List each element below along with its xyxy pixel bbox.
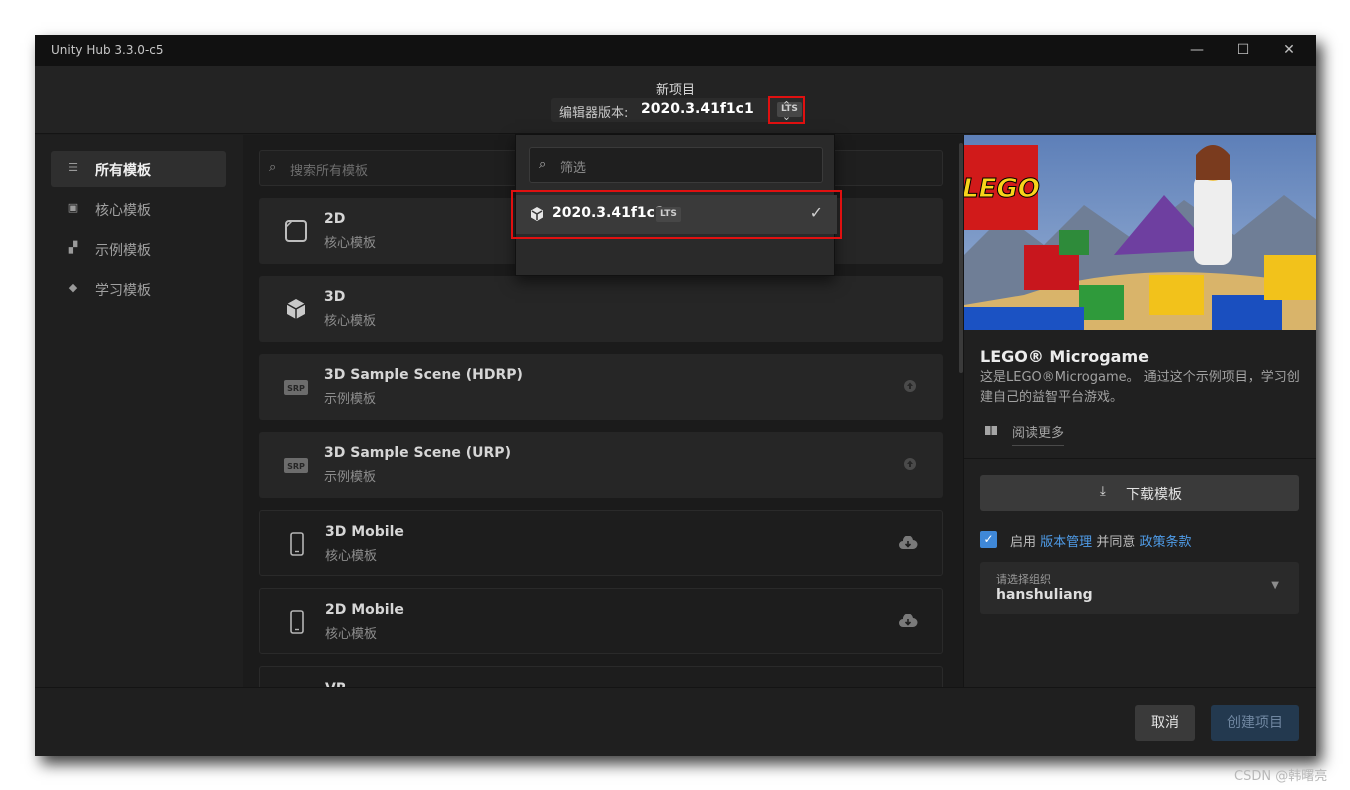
upload-icon[interactable] (903, 379, 917, 393)
template-tag: 核心模板 (325, 627, 378, 642)
version-option-value: 2020.3.41f1c1 (552, 205, 665, 221)
minimize-icon[interactable]: — (1188, 41, 1206, 59)
version-option-2020-3-41f1c1[interactable]: 2020.3.41f1c1 LTS ✓ (511, 190, 842, 239)
3d-cube-icon (286, 299, 306, 319)
template-name: 3D Sample Scene (URP) (324, 445, 511, 461)
read-more-label: 阅读更多 (1012, 422, 1065, 446)
editor-version-label: 编辑器版本: (559, 106, 629, 121)
window-title: Unity Hub 3.3.0-c5 (51, 43, 164, 57)
checkmark-icon: ✓ (809, 203, 823, 222)
template-card-3d-urp[interactable]: SRP 3D Sample Scene (URP) 示例模板 (259, 432, 943, 498)
template-card-vr[interactable]: VR (259, 666, 943, 687)
template-detail-title: LEGO® Microgame (980, 347, 1149, 366)
template-name: 3D (324, 289, 346, 305)
close-icon[interactable]: ✕ (1280, 41, 1298, 59)
chevron-down-icon: ▼ (1271, 580, 1279, 591)
srp-text: SRP (287, 462, 305, 471)
template-tag: 示例模板 (324, 470, 377, 485)
search-placeholder: 搜索所有模板 (290, 164, 369, 179)
search-icon: ⌕ (539, 157, 547, 172)
template-category-sidebar: ☰ 所有模板 ▣ 核心模板 ▞ 示例模板 ◆ 学习模板 (35, 135, 243, 687)
sidebar-item-all-templates[interactable]: ☰ 所有模板 (51, 151, 226, 187)
template-name: 2D (324, 211, 346, 227)
divider (964, 458, 1316, 459)
srp-icon: SRP (284, 458, 308, 473)
template-card-3d-hdrp[interactable]: SRP 3D Sample Scene (HDRP) 示例模板 (259, 354, 943, 420)
template-detail-panel: LEGO LEGO® Microgame 这是LEGO®Microgame。 通… (963, 135, 1316, 687)
sample-blocks-icon: ▞ (68, 241, 78, 254)
vc-prefix: 启用 (1010, 535, 1037, 550)
srp-icon: SRP (284, 380, 308, 395)
title-bar: Unity Hub 3.3.0-c5 — ☐ ✕ (35, 35, 1316, 66)
template-card-3d[interactable]: 3D 核心模板 (259, 276, 943, 342)
cloud-download-icon[interactable] (898, 614, 918, 628)
sidebar-item-label: 核心模板 (95, 203, 151, 219)
vc-middle: 并同意 (1096, 535, 1136, 550)
graduation-cap-icon: ◆ (68, 281, 78, 294)
version-control-link[interactable]: 版本管理 (1040, 535, 1092, 550)
lts-badge: LTS (656, 207, 681, 222)
organization-select[interactable]: 请选择组织 hanshuliang ▼ (980, 562, 1299, 614)
template-card-3d-mobile[interactable]: 3D Mobile 核心模板 (259, 510, 943, 576)
editor-version-dropdown: ⌕ 筛选 2020.3.41f1c1 LTS ✓ (511, 134, 842, 276)
sidebar-item-sample-templates[interactable]: ▞ 示例模板 (51, 231, 226, 267)
version-filter-input[interactable]: ⌕ 筛选 (529, 147, 823, 183)
policy-terms-link[interactable]: 政策条款 (1139, 535, 1191, 550)
template-name: 3D Mobile (325, 524, 404, 540)
new-project-header: 新项目 编辑器版本: 2020.3.41f1c1 LTS (35, 66, 1316, 134)
core-square-icon: ▣ (67, 201, 79, 214)
sidebar-item-label: 示例模板 (95, 243, 151, 259)
2d-square-icon (285, 220, 307, 242)
chevron-up-down-icon[interactable]: ⌃ ⌄ (768, 96, 805, 124)
editor-version-value: 2020.3.41f1c1 (641, 101, 754, 117)
cloud-download-icon[interactable] (898, 536, 918, 550)
create-project-button[interactable]: 创建项目 (1211, 705, 1299, 741)
page-title: 新项目 (655, 83, 695, 98)
cancel-button[interactable]: 取消 (1135, 705, 1195, 741)
lego-microgame-preview-image: LEGO (964, 135, 1316, 330)
mobile-phone-icon (290, 610, 304, 634)
svg-text:LEGO: LEGO (964, 174, 1040, 204)
download-icon: ⤓ (1100, 484, 1106, 499)
template-detail-description: 这是LEGO®Microgame。 通过这个示例项目，学习创建自己的益智平台游戏… (980, 370, 1300, 405)
book-icon (985, 426, 997, 435)
unity-hub-window: Unity Hub 3.3.0-c5 — ☐ ✕ 新项目 编辑器版本: 2020… (35, 35, 1316, 756)
template-name: 2D Mobile (325, 602, 404, 618)
filter-placeholder: 筛选 (560, 161, 587, 176)
template-tag: 核心模板 (325, 549, 378, 564)
template-tag: 示例模板 (324, 392, 377, 407)
unity-logo-icon (531, 207, 543, 221)
srp-text: SRP (287, 384, 305, 393)
template-name: 3D Sample Scene (HDRP) (324, 367, 523, 383)
template-tag: 核心模板 (324, 236, 377, 251)
download-template-button[interactable]: ⤓ 下载模板 (980, 475, 1299, 511)
sidebar-item-label: 学习模板 (95, 283, 151, 299)
organization-label: 请选择组织 (996, 573, 1051, 586)
download-template-label: 下载模板 (1126, 487, 1182, 503)
template-card-2d-mobile[interactable]: 2D Mobile 核心模板 (259, 588, 943, 654)
sidebar-item-learning-templates[interactable]: ◆ 学习模板 (51, 271, 226, 307)
template-tag: 核心模板 (324, 314, 377, 329)
upload-icon[interactable] (903, 457, 917, 471)
version-control-checkbox[interactable]: ✓ (980, 531, 997, 548)
list-icon: ☰ (68, 161, 78, 174)
watermark: CSDN @韩曙亮 (1234, 769, 1328, 784)
footer-bar: 取消 创建项目 (35, 687, 1316, 756)
editor-version-selector[interactable]: 编辑器版本: 2020.3.41f1c1 LTS (551, 98, 805, 122)
sidebar-item-core-templates[interactable]: ▣ 核心模板 (51, 191, 226, 227)
search-icon: ⌕ (269, 160, 277, 175)
sidebar-item-label: 所有模板 (95, 163, 151, 179)
mobile-phone-icon (290, 532, 304, 556)
organization-value: hanshuliang (996, 587, 1093, 603)
maximize-icon[interactable]: ☐ (1234, 41, 1252, 59)
